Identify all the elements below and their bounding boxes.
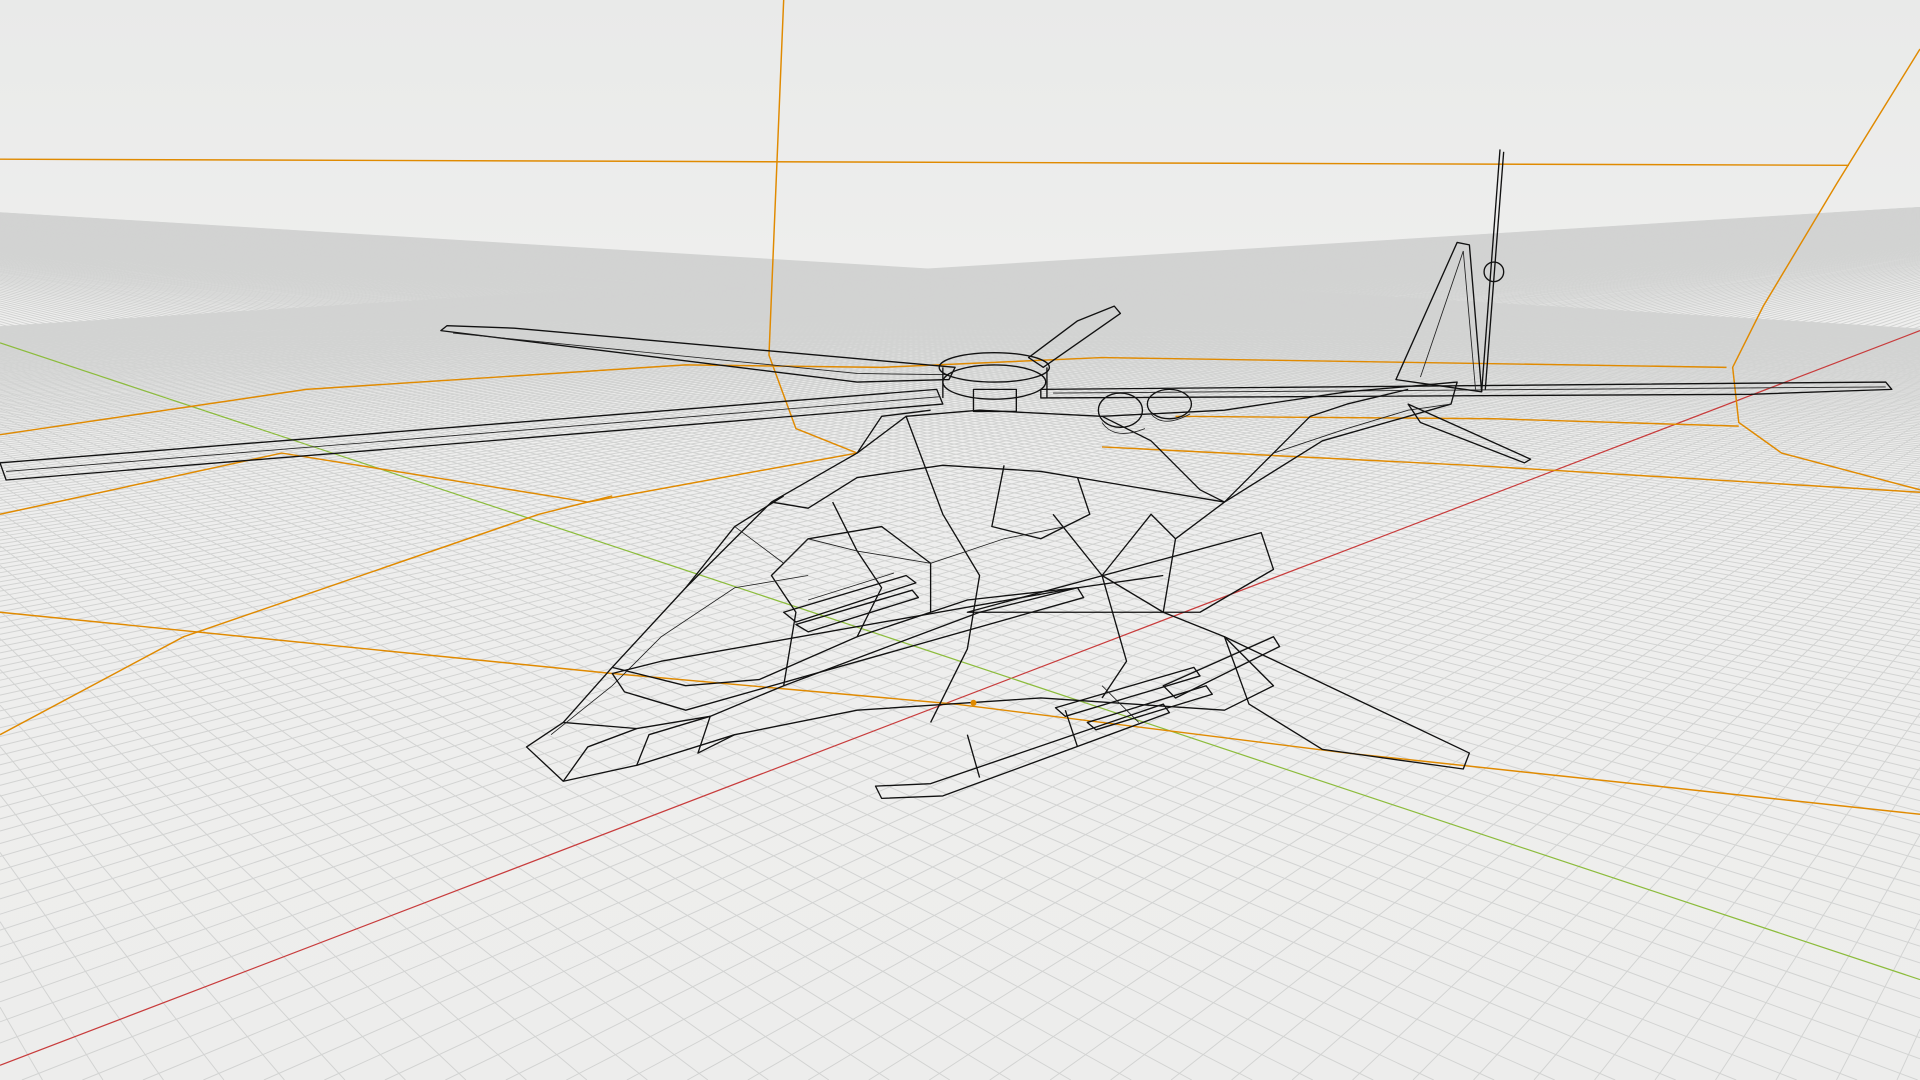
grid-line (0, 794, 225, 1080)
grid-line (0, 921, 104, 1080)
grid-line (0, 1006, 43, 1080)
missile (1054, 666, 1213, 731)
grid-line (989, 444, 1920, 1080)
grid-line (0, 852, 164, 1080)
3d-viewport[interactable] (0, 0, 1920, 1080)
grid-line (1110, 470, 1920, 1080)
grid-line (1352, 544, 1920, 1080)
grid-line (0, 471, 1011, 1080)
grid-line (1654, 712, 1920, 1080)
grid-line (0, 746, 285, 1080)
grid-line (0, 638, 467, 1080)
grid-line (0, 527, 769, 1080)
viewport-canvas[interactable] (0, 0, 1920, 1080)
floor-grid (0, 206, 1920, 1080)
grid-line (0, 401, 1495, 1080)
origin-point (970, 699, 977, 706)
grid-line (0, 372, 1797, 1080)
